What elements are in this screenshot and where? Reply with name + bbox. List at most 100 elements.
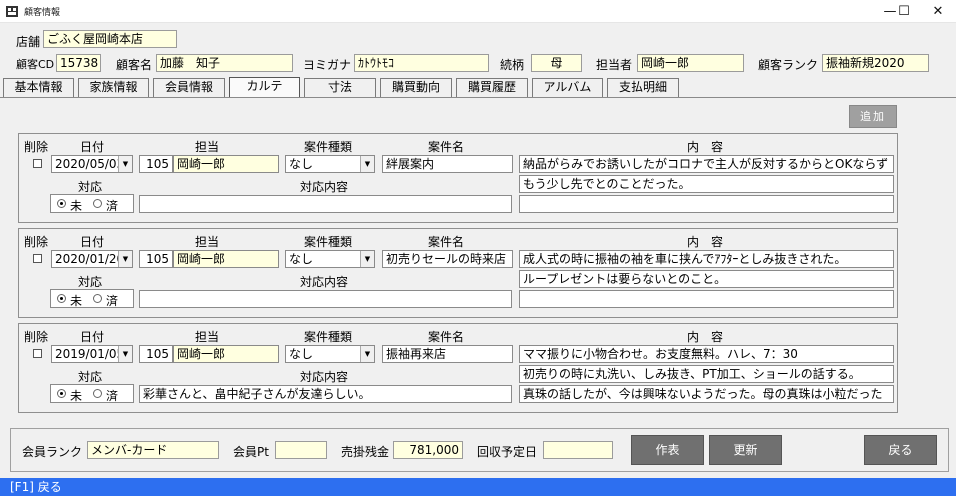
content-line-1[interactable]: ママ振りに小物合わせ。お支度無料。ハレ、7：30	[519, 345, 894, 363]
response-header: 対応	[78, 275, 103, 289]
content-line-2[interactable]: もう少し先でとのことだった。	[519, 175, 894, 193]
title-bar: 顧客情報 — ☐ ✕	[0, 0, 956, 23]
summary-panel: 会員ランク メンバ-カード 会員Pt 売掛残金 781,000 回収予定日 作表…	[10, 428, 949, 472]
response-header: 対応	[78, 180, 103, 194]
finished-radio[interactable]	[93, 199, 102, 208]
tab-family-info[interactable]: 家族情報	[78, 78, 149, 97]
date-dropdown[interactable]: 2020/05/03 ▼	[51, 155, 133, 173]
back-button[interactable]: 戻る	[864, 435, 937, 465]
store-field[interactable]: ごふく屋岡崎本店	[43, 30, 177, 48]
staff-name-field[interactable]: 岡崎一郎	[173, 155, 279, 173]
content-line-1[interactable]: 成人式の時に振袖の袖を車に挟んでｱﾌﾀｰとしみ抜きされた。	[519, 250, 894, 268]
case-type-dropdown[interactable]: なし ▼	[285, 345, 375, 363]
customer-name-field[interactable]: 加藤 知子	[156, 54, 293, 72]
unfinished-radio[interactable]	[57, 389, 66, 398]
case-name-field[interactable]: 初売りセールの時来店	[382, 250, 513, 268]
staff-code-field[interactable]: 105	[139, 250, 173, 268]
customer-name-label: 顧客名	[116, 58, 153, 72]
content-line-3[interactable]	[519, 195, 894, 213]
case-type-value: なし	[289, 157, 314, 171]
chevron-down-icon[interactable]: ▼	[360, 251, 374, 267]
content-line-2[interactable]: ループレゼントは要らないとのこと。	[519, 270, 894, 288]
case-type-header: 案件種類	[304, 330, 353, 344]
customer-cd-field[interactable]: 15738	[56, 54, 101, 72]
staff-label: 担当者	[596, 58, 633, 72]
kana-field[interactable]: ｶﾄｳﾄﾓｺ	[354, 54, 489, 72]
print-table-button[interactable]: 作表	[631, 435, 704, 465]
member-points-field[interactable]	[275, 441, 327, 459]
case-type-header: 案件種類	[304, 140, 353, 154]
case-name-header: 案件名	[428, 235, 465, 249]
status-bar: [F1] 戻る	[0, 478, 956, 496]
content-line-2[interactable]: 初売りの時に丸洗い、しみ抜き、PT加工、ショールの話する。	[519, 365, 894, 383]
balance-field[interactable]: 781,000	[393, 441, 463, 459]
staff-code-field[interactable]: 105	[139, 345, 173, 363]
tab-measurements[interactable]: 寸法	[304, 78, 376, 97]
collection-date-field[interactable]	[543, 441, 613, 459]
case-type-dropdown[interactable]: なし ▼	[285, 250, 375, 268]
tab-basic-info[interactable]: 基本情報	[3, 78, 74, 97]
delete-checkbox[interactable]	[33, 349, 42, 358]
tab-payment-details[interactable]: 支払明細	[607, 78, 679, 97]
update-button[interactable]: 更新	[709, 435, 782, 465]
tab-member-info[interactable]: 会員情報	[153, 78, 225, 97]
tab-album[interactable]: アルバム	[532, 78, 603, 97]
case-type-value: なし	[289, 347, 314, 361]
add-button[interactable]: 追加	[849, 105, 897, 128]
tab-purchase-trend[interactable]: 購買動向	[380, 78, 452, 97]
unfinished-radio[interactable]	[57, 294, 66, 303]
date-dropdown[interactable]: 2020/01/20 ▼	[51, 250, 133, 268]
chevron-down-icon[interactable]: ▼	[118, 346, 132, 362]
delete-checkbox[interactable]	[33, 254, 42, 263]
relation-label: 続柄	[500, 58, 525, 72]
chevron-down-icon[interactable]: ▼	[118, 251, 132, 267]
date-dropdown[interactable]: 2019/01/05 ▼	[51, 345, 133, 363]
unfinished-radio[interactable]	[57, 199, 66, 208]
delete-header: 削除	[24, 140, 49, 154]
customer-rank-field[interactable]: 振袖新規2020	[822, 54, 929, 72]
response-status-group: 未 済	[50, 289, 134, 308]
case-name-field[interactable]: 絆展案内	[382, 155, 513, 173]
staff-code-field[interactable]: 105	[139, 155, 173, 173]
content-line-3[interactable]	[519, 290, 894, 308]
member-points-label: 会員Pt	[233, 445, 269, 459]
app-icon	[6, 6, 18, 17]
staff-name-field[interactable]: 岡崎一郎	[173, 345, 279, 363]
content-header: 内 容	[687, 140, 724, 154]
date-header: 日付	[80, 140, 105, 154]
case-type-dropdown[interactable]: なし ▼	[285, 155, 375, 173]
maximize-button[interactable]: ☐	[888, 0, 920, 23]
date-value: 2020/05/03	[55, 157, 125, 171]
staff-name-field[interactable]: 岡崎一郎	[173, 250, 279, 268]
close-button[interactable]: ✕	[922, 0, 954, 23]
content-line-3[interactable]: 真珠の話したが、今は興味ないようだった。母の真珠は小粒だった	[519, 385, 894, 403]
tab-purchase-history[interactable]: 購買履歴	[456, 78, 528, 97]
member-rank-field[interactable]: メンバ-カード	[87, 441, 219, 459]
tab-karte[interactable]: カルテ	[229, 77, 300, 97]
case-type-value: なし	[289, 252, 314, 266]
relation-field[interactable]: 母	[531, 54, 582, 72]
case-name-field[interactable]: 振袖再来店	[382, 345, 513, 363]
response-content-header: 対応内容	[300, 180, 349, 194]
chevron-down-icon[interactable]: ▼	[360, 346, 374, 362]
finished-label: 済	[106, 199, 119, 213]
finished-radio[interactable]	[93, 294, 102, 303]
response-content-field[interactable]: 彩華さんと、畠中紀子さんが友達らしい。	[139, 385, 512, 403]
staff-field[interactable]: 岡崎一郎	[637, 54, 744, 72]
response-content-field[interactable]	[139, 290, 512, 308]
date-header: 日付	[80, 330, 105, 344]
finished-radio[interactable]	[93, 389, 102, 398]
chevron-down-icon[interactable]: ▼	[360, 156, 374, 172]
content-header: 内 容	[687, 235, 724, 249]
karte-record: 削除 日付 担当 案件種類 案件名 内 容 2019/01/05 ▼ 105 岡…	[18, 323, 898, 413]
tab-divider	[0, 97, 956, 98]
delete-checkbox[interactable]	[33, 159, 42, 168]
finished-label: 済	[106, 389, 119, 403]
case-name-header: 案件名	[428, 330, 465, 344]
date-value: 2020/01/20	[55, 252, 125, 266]
karte-record: 削除 日付 担当 案件種類 案件名 内 容 2020/01/20 ▼ 105 岡…	[18, 228, 898, 318]
chevron-down-icon[interactable]: ▼	[118, 156, 132, 172]
content-line-1[interactable]: 納品がらみでお誘いしたがコロナで主人が反対するからとOKならず	[519, 155, 894, 173]
staff-header: 担当	[195, 235, 220, 249]
response-content-field[interactable]	[139, 195, 512, 213]
